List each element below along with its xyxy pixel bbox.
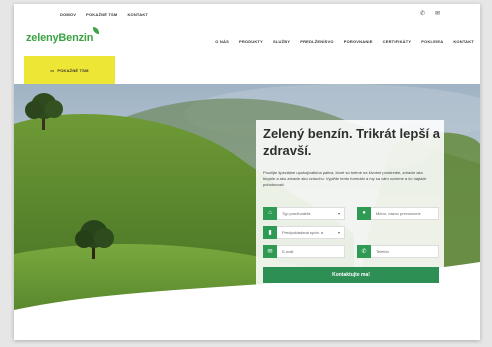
phone-field[interactable]: ✆ Telefón [357, 244, 439, 258]
nav-item-services[interactable]: SLUŽBY [273, 39, 290, 44]
main-nav: O NÁS PRODUKTY SLUŽBY PREDLŽENÍSVO POROV… [215, 39, 474, 44]
hero-title: Zelený benzín. Trikrát lepší a zdravší. [263, 126, 441, 158]
offer-button-label: POKAŽNÉ TSM [57, 67, 89, 73]
top-icons: ✆ ✉ [420, 10, 440, 17]
offer-button[interactable]: ▭ POKAŽNÉ TSM [24, 56, 115, 84]
mail-icon: ✉ [263, 244, 277, 258]
browser-frame: DOMOV POKAŽNÉ TSM KONTAKT ✆ ✉ zelenyBenz… [14, 4, 480, 340]
home-icon: ⌂ [263, 206, 277, 220]
consumption-placeholder: Predpokladaná spotr. a [282, 230, 324, 235]
logo-text: zelenyBenzin [26, 32, 94, 44]
name-placeholder: Meno, názov prevozovne [376, 211, 421, 216]
phone-placeholder: Telefón [376, 249, 389, 254]
nav-item-reviews[interactable]: POKLEIEA [421, 39, 443, 44]
nav-item-partnership[interactable]: PREDLŽENÍSVO [300, 39, 334, 44]
mail-icon[interactable]: ✉ [435, 10, 440, 17]
document-icon: ▭ [50, 67, 55, 73]
leaf-icon [93, 27, 100, 34]
top-bar: DOMOV POKAŽNÉ TSM KONTAKT ✆ ✉ [14, 4, 480, 24]
user-type-select[interactable]: ⌂ Typ používateľa ▾ [263, 206, 345, 220]
top-link-offer[interactable]: POKAŽNÉ TSM [86, 12, 117, 17]
chevron-down-icon: ▾ [337, 230, 340, 235]
hero-description: Použijte špeciálne upokojivatkina palivá… [263, 170, 427, 187]
site-logo[interactable]: zelenyBenzin [26, 27, 100, 44]
nav-item-contact[interactable]: KONTAKT [453, 39, 474, 44]
consumption-select[interactable]: ▮ Predpokladaná spotr. a ▾ [263, 225, 345, 239]
email-field[interactable]: ✉ E-mail [263, 244, 345, 258]
contact-card: Zelený benzín. Trikrát lepší a zdravší. … [256, 120, 444, 298]
email-placeholder: E-mail [282, 249, 294, 254]
fuel-icon: ▮ [263, 225, 277, 239]
user-type-placeholder: Typ používateľa [282, 211, 311, 216]
nav-item-about[interactable]: O NÁS [215, 39, 229, 44]
chevron-down-icon: ▾ [337, 211, 340, 216]
contact-submit-button[interactable]: Kontaktujte ma! [263, 267, 439, 283]
phone-icon: ✆ [357, 244, 371, 258]
nav-item-comparison[interactable]: POROVNANIE [344, 39, 373, 44]
nav-item-products[interactable]: PRODUKTY [239, 39, 263, 44]
phone-icon[interactable]: ✆ [420, 10, 425, 17]
nav-item-certificates[interactable]: CERTIFIKÁTY [383, 39, 412, 44]
top-link-home[interactable]: DOMOV [60, 12, 76, 17]
name-input[interactable]: ● Meno, názov prevozovne [357, 206, 439, 220]
top-links: DOMOV POKAŽNÉ TSM KONTAKT [60, 12, 148, 17]
user-icon: ● [357, 206, 371, 220]
top-link-contact[interactable]: KONTAKT [127, 12, 148, 17]
